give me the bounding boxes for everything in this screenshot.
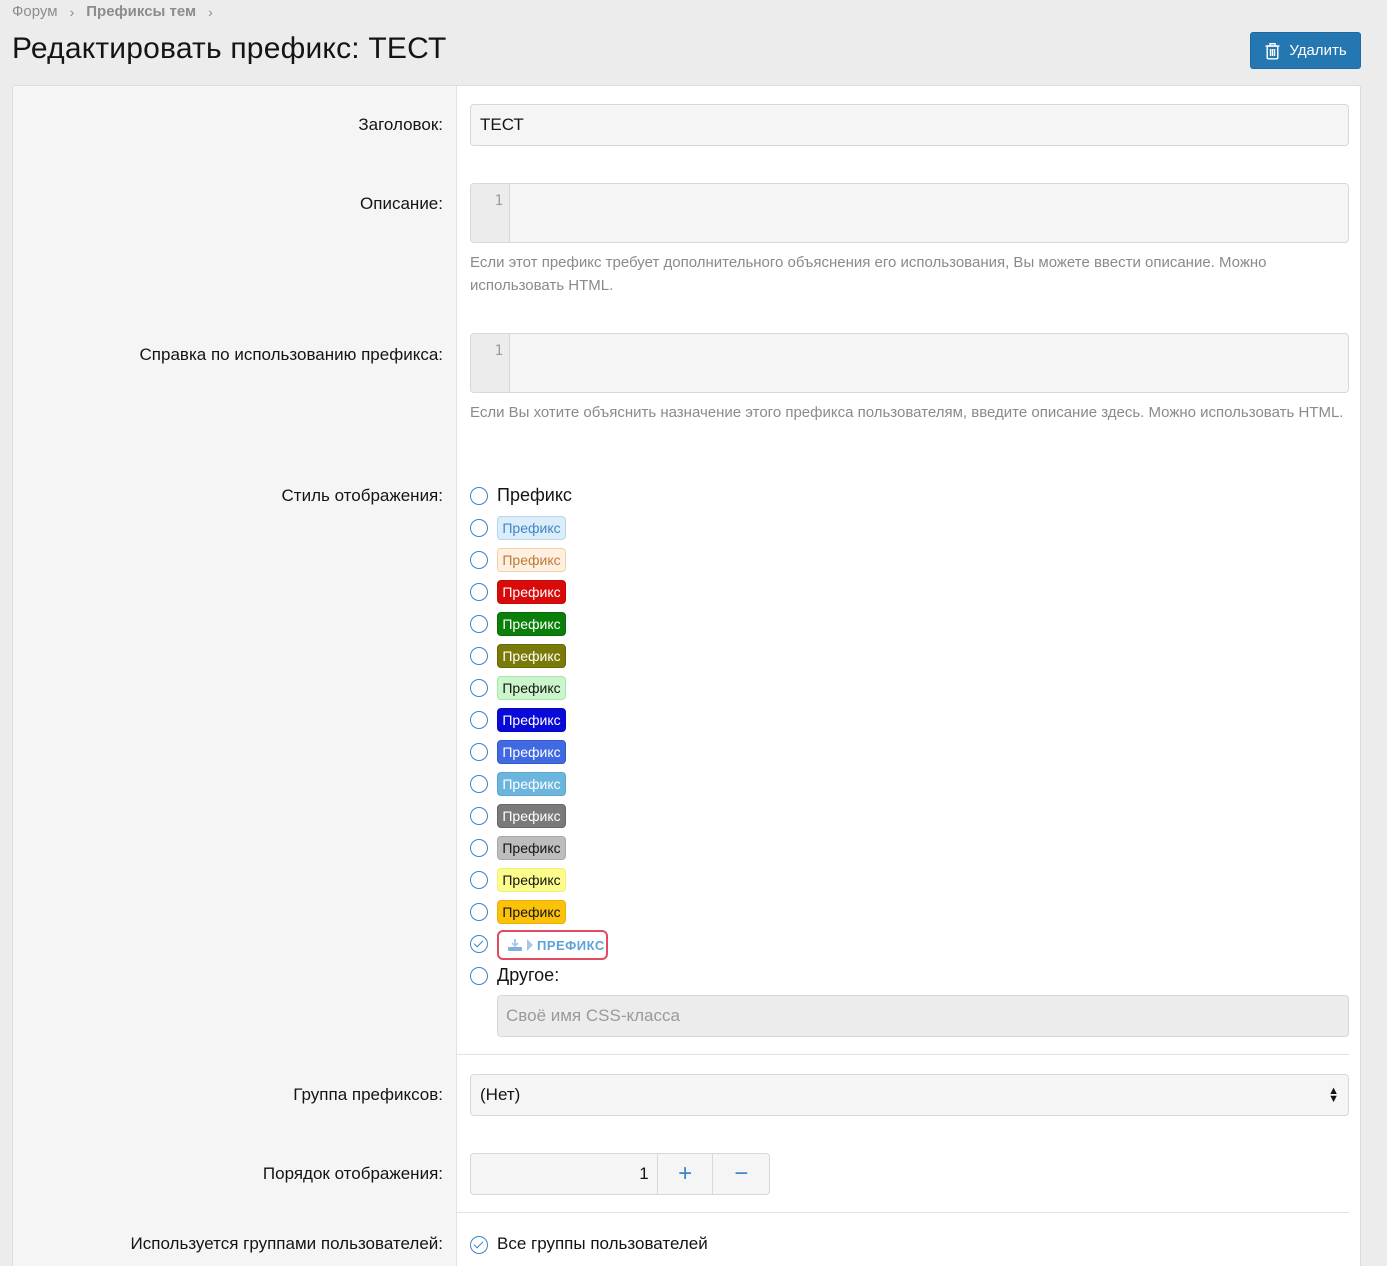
edit-prefix-form: Заголовок: ТЕСТ Описание: 1 Если этот пр… [12,85,1361,1266]
chevron-right-icon: › [208,3,213,20]
increment-button[interactable]: + [658,1154,714,1194]
select-arrows-icon: ▲ ▼ [1328,1085,1339,1105]
style-option-chip-2: Префикс [497,548,566,572]
style-radio-11[interactable] [470,839,488,857]
style-option-chip-13: Префикс [497,900,566,924]
style-option-chip-10: Префикс [497,804,566,828]
style-radio-9[interactable] [470,775,488,793]
description-editor[interactable]: 1 [470,183,1349,243]
title-input[interactable]: ТЕСТ [470,104,1349,146]
style-radio-custom-special[interactable] [470,935,488,953]
style-option-special-text: ПРЕФИКС [537,937,605,953]
line-number: 1 [494,193,503,209]
delete-button[interactable]: Удалить [1250,32,1361,69]
style-option-chip-6: Префикс [497,676,566,700]
user-groups-label: Используется группами пользователей: [130,1234,443,1253]
style-radio-6[interactable] [470,679,488,697]
style-radio-2[interactable] [470,551,488,569]
breadcrumb: Форум › Префиксы тем › [12,3,225,20]
style-option-chip-1: Префикс [497,516,566,540]
style-radio-other[interactable] [470,967,488,985]
style-radio-4[interactable] [470,615,488,633]
line-gutter: 1 [471,184,510,242]
triangle-right-icon [527,939,533,951]
style-option-special: ПРЕФИКС [497,930,608,960]
line-number: 1 [494,343,503,359]
display-order-input[interactable]: 1 [471,1154,658,1194]
divider [457,1054,1349,1055]
prefix-group-select[interactable]: (Нет) ▲ ▼ [470,1074,1349,1116]
style-option-chip-12: Префикс [497,868,566,892]
style-radio-1[interactable] [470,519,488,537]
style-radio-10[interactable] [470,807,488,825]
description-hint: Если этот префикс требует дополнительног… [470,254,1267,294]
display-order-label: Порядок отображения: [262,1164,443,1183]
style-radio-5[interactable] [470,647,488,665]
breadcrumb-thread-prefixes[interactable]: Префиксы тем [86,3,196,20]
style-option-chip-8: Префикс [497,740,566,764]
usage-help-editor[interactable]: 1 [470,333,1349,393]
usage-help-label: Справка по использованию префикса: [139,345,443,364]
style-radio-12[interactable] [470,871,488,889]
style-radio-plain[interactable] [470,487,488,505]
all-user-groups-option: Все группы пользователей [497,1234,708,1253]
style-radio-13[interactable] [470,903,488,921]
download-icon [508,939,522,951]
style-radio-8[interactable] [470,743,488,761]
prefix-group-label: Группа префиксов: [293,1085,443,1104]
decrement-button[interactable]: − [713,1154,769,1194]
divider [457,1212,1349,1213]
page-title: Редактировать префикс: ТЕСТ [12,32,447,65]
display-style-label: Стиль отображения: [281,486,443,505]
style-option-chip-9: Префикс [497,772,566,796]
style-option-chip-11: Префикс [497,836,566,860]
delete-button-label: Удалить [1289,42,1347,59]
trash-icon [1265,42,1280,60]
breadcrumb-forum[interactable]: Форум [12,3,58,20]
style-radio-3[interactable] [470,583,488,601]
chevron-right-icon: › [69,3,75,20]
style-option-plain: Префикс [497,485,572,505]
style-option-other: Другое: [497,965,560,985]
style-option-chip-7: Префикс [497,708,566,732]
style-radio-7[interactable] [470,711,488,729]
title-label: Заголовок: [358,115,443,134]
line-gutter: 1 [471,334,510,392]
description-label: Описание: [360,194,443,213]
usage-help-hint: Если Вы хотите объяснить назначение этог… [470,404,1344,421]
style-option-chip-4: Префикс [497,612,566,636]
css-class-input[interactable]: Своё имя CSS-класса [497,995,1349,1037]
display-order-stepper: 1 + − [470,1153,770,1195]
prefix-group-value: (Нет) [480,1085,521,1104]
all-user-groups-radio[interactable] [470,1236,488,1254]
style-option-chip-3: Префикс [497,580,566,604]
style-option-chip-5: Префикс [497,644,566,668]
